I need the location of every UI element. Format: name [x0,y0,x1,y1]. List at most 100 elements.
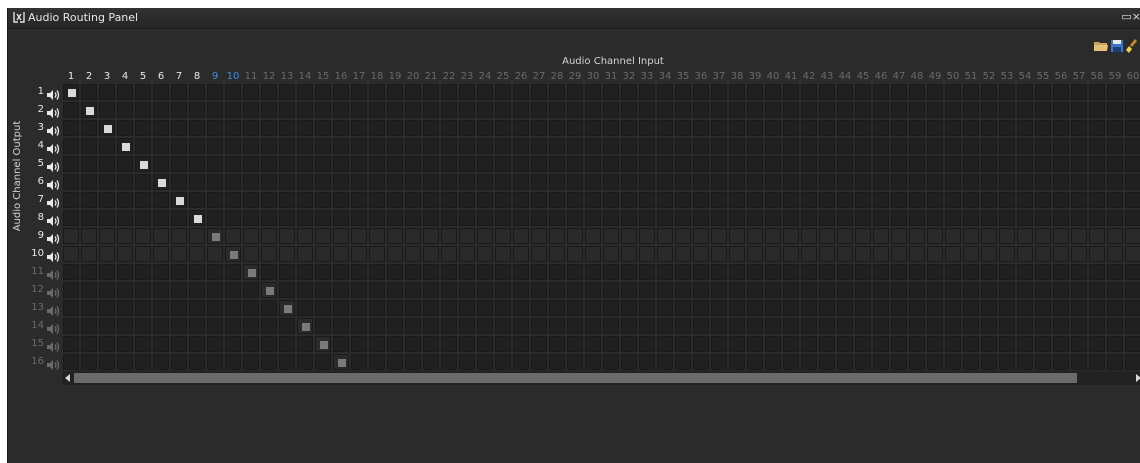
routing-cell[interactable] [657,156,673,172]
routing-cell[interactable] [765,228,781,244]
routing-cell[interactable] [927,282,943,298]
routing-cell[interactable] [657,138,673,154]
routing-cell[interactable] [999,246,1015,262]
routing-cell[interactable] [63,318,79,334]
routing-cell[interactable] [585,282,601,298]
routing-cell[interactable] [783,336,799,352]
routing-cell[interactable] [189,210,205,226]
routing-cell[interactable] [1017,246,1033,262]
routing-cell[interactable] [549,210,565,226]
routing-cell[interactable] [657,120,673,136]
routing-cell[interactable] [549,300,565,316]
routing-cell[interactable] [711,354,727,370]
routing-cell[interactable] [189,102,205,118]
routing-cell[interactable] [675,264,691,280]
routing-cell[interactable] [225,354,241,370]
routing-cell[interactable] [369,210,385,226]
routing-cell[interactable] [1089,192,1105,208]
routing-cell[interactable] [1071,120,1087,136]
routing-cell[interactable] [81,264,97,280]
routing-cell[interactable] [819,336,835,352]
routing-cell[interactable] [639,354,655,370]
routing-cell[interactable] [783,228,799,244]
routing-cell[interactable] [711,174,727,190]
routing-cell[interactable] [99,318,115,334]
routing-cell[interactable] [747,228,763,244]
routing-cell[interactable] [711,336,727,352]
routing-cell[interactable] [711,210,727,226]
routing-cell[interactable] [1053,210,1069,226]
routing-cell[interactable] [819,318,835,334]
routing-cell[interactable] [423,84,439,100]
routing-cell[interactable] [99,264,115,280]
routing-cell[interactable] [189,156,205,172]
routing-cell[interactable] [1035,336,1051,352]
routing-cell[interactable] [243,156,259,172]
routing-cell[interactable] [117,318,133,334]
routing-cell[interactable] [315,156,331,172]
routing-cell[interactable] [441,336,457,352]
routing-cell[interactable] [621,192,637,208]
routing-cell[interactable] [621,228,637,244]
routing-cell[interactable] [909,282,925,298]
routing-cell[interactable] [603,156,619,172]
routing-cell[interactable] [513,264,529,280]
routing-cell[interactable] [423,300,439,316]
routing-cell[interactable] [171,264,187,280]
routing-cell[interactable] [171,102,187,118]
routing-cell[interactable] [675,300,691,316]
routing-cell[interactable] [1035,354,1051,370]
routing-cell[interactable] [135,174,151,190]
routing-cell[interactable] [153,84,169,100]
routing-cell[interactable] [387,138,403,154]
routing-cell[interactable] [1089,228,1105,244]
routing-cell[interactable] [981,246,997,262]
routing-cell[interactable] [711,138,727,154]
routing-cell[interactable] [441,138,457,154]
routing-cell[interactable] [1089,138,1105,154]
routing-cell[interactable] [441,300,457,316]
routing-cell[interactable] [945,336,961,352]
routing-cell[interactable] [945,264,961,280]
routing-cell[interactable] [459,102,475,118]
routing-cell[interactable] [99,138,115,154]
routing-cell[interactable] [855,336,871,352]
routing-cell[interactable] [1017,228,1033,244]
routing-cell[interactable] [1089,282,1105,298]
routing-cell[interactable] [225,246,241,262]
routing-cell[interactable] [225,102,241,118]
routing-cell[interactable] [315,84,331,100]
routing-cell[interactable] [945,300,961,316]
routing-cell[interactable] [153,156,169,172]
routing-cell[interactable] [117,354,133,370]
routing-cell[interactable] [621,120,637,136]
routing-cell[interactable] [1053,318,1069,334]
routing-cell[interactable] [603,84,619,100]
routing-cell[interactable] [747,84,763,100]
speaker-icon[interactable] [46,140,60,154]
routing-cell[interactable] [1089,300,1105,316]
routing-cell[interactable] [225,264,241,280]
routing-cell[interactable] [909,300,925,316]
routing-cell[interactable] [1071,264,1087,280]
routing-cell[interactable] [423,282,439,298]
routing-cell[interactable] [315,354,331,370]
routing-cell[interactable] [225,282,241,298]
routing-cell[interactable] [405,264,421,280]
routing-cell[interactable] [63,246,79,262]
routing-cell[interactable] [945,156,961,172]
routing-cell[interactable] [441,174,457,190]
routing-cell[interactable] [459,282,475,298]
routing-cell[interactable] [99,282,115,298]
routing-cell[interactable] [297,84,313,100]
routing-cell[interactable] [225,192,241,208]
speaker-icon[interactable] [46,248,60,262]
routing-cell[interactable] [459,192,475,208]
routing-cell[interactable] [963,354,979,370]
routing-cell[interactable] [135,336,151,352]
routing-cell[interactable] [315,210,331,226]
routing-cell[interactable] [1107,318,1123,334]
routing-cell[interactable] [855,300,871,316]
routing-cell[interactable] [459,210,475,226]
routing-cell[interactable] [1035,120,1051,136]
